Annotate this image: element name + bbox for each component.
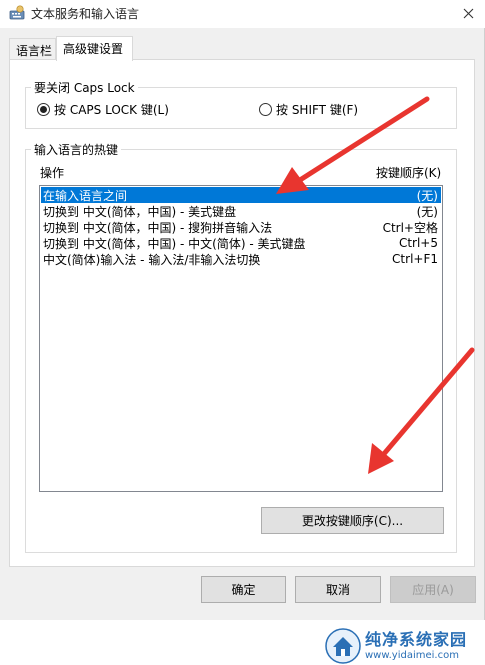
caps-lock-group: 要关闭 Caps Lock 按 CAPS LOCK 键(L) 按 SHIFT 键… — [25, 79, 457, 129]
list-item[interactable]: 在输入语言之间 (无) — [41, 187, 441, 203]
window-title: 文本服务和输入语言 — [31, 7, 140, 21]
hotkey-keys: (无) — [416, 204, 438, 219]
column-header-action: 操作 — [40, 166, 65, 180]
house-logo-icon — [325, 628, 361, 664]
group-title: 输入语言的热键 — [31, 141, 122, 158]
list-item[interactable]: 切换到 中文(简体，中国) - 美式键盘 (无) — [41, 203, 441, 219]
hotkey-keys: (无) — [416, 188, 438, 203]
hotkey-keys: Ctrl+F1 — [392, 252, 438, 266]
tab-language-bar[interactable]: 语言栏 — [9, 38, 56, 60]
radio-caps-lock[interactable]: 按 CAPS LOCK 键(L) — [37, 101, 169, 118]
cancel-button[interactable]: 取消 — [295, 576, 381, 603]
radio-label: 按 SHIFT 键(F) — [276, 103, 359, 117]
tab-advanced-key-settings[interactable]: 高级键设置 — [56, 36, 133, 61]
hotkey-list[interactable]: 在输入语言之间 (无) 切换到 中文(简体，中国) - 美式键盘 (无) 切换到… — [39, 185, 443, 492]
radio-shift[interactable]: 按 SHIFT 键(F) — [259, 101, 358, 118]
radio-selected-dot — [40, 106, 47, 113]
radio-label: 按 CAPS LOCK 键(L) — [54, 103, 169, 117]
list-item[interactable]: 切换到 中文(简体，中国) - 搜狗拼音输入法 Ctrl+空格 — [41, 219, 441, 235]
watermark-url: www.yidaimei.com — [365, 650, 459, 661]
list-item[interactable]: 中文(简体)输入法 - 输入法/非输入法切换 Ctrl+F1 — [41, 251, 441, 267]
apply-button[interactable]: 应用(A) — [390, 576, 476, 603]
group-title: 要关闭 Caps Lock — [31, 79, 138, 96]
tab-panel: 要关闭 Caps Lock 按 CAPS LOCK 键(L) 按 SHIFT 键… — [9, 59, 475, 567]
keyboard-globe-icon — [9, 5, 25, 20]
column-header-key-sequence: 按键顺序(K) — [376, 166, 442, 180]
ok-button[interactable]: 确定 — [201, 576, 286, 603]
hotkey-action: 中文(简体)输入法 - 输入法/非输入法切换 — [43, 252, 261, 267]
radio-button[interactable] — [37, 103, 50, 116]
tab-label: 高级键设置 — [63, 42, 124, 56]
close-button[interactable] — [454, 1, 482, 25]
watermark-title: 纯净系统家园 — [365, 630, 468, 649]
tab-label: 语言栏 — [16, 44, 53, 58]
radio-button[interactable] — [259, 103, 272, 116]
hotkey-action: 切换到 中文(简体，中国) - 中文(简体) - 美式键盘 — [43, 236, 306, 251]
list-item[interactable]: 切换到 中文(简体，中国) - 中文(简体) - 美式键盘 Ctrl+5 — [41, 235, 441, 251]
hotkey-keys: Ctrl+5 — [398, 236, 438, 250]
dialog-window: 文本服务和输入语言 语言栏 高级键设置 要关闭 Caps Lock 按 CAPS… — [0, 0, 485, 620]
close-icon — [463, 8, 473, 18]
title-bar[interactable]: 文本服务和输入语言 — [0, 0, 485, 28]
watermark: 纯净系统家园 www.yidaimei.com — [325, 627, 485, 665]
change-key-sequence-button[interactable]: 更改按键顺序(C)... — [261, 507, 444, 534]
hotkey-action: 切换到 中文(简体，中国) - 美式键盘 — [43, 204, 237, 219]
hotkey-action: 切换到 中文(简体，中国) - 搜狗拼音输入法 — [43, 220, 273, 235]
hotkey-action: 在输入语言之间 — [43, 188, 128, 203]
hotkey-keys: Ctrl+空格 — [382, 220, 438, 235]
